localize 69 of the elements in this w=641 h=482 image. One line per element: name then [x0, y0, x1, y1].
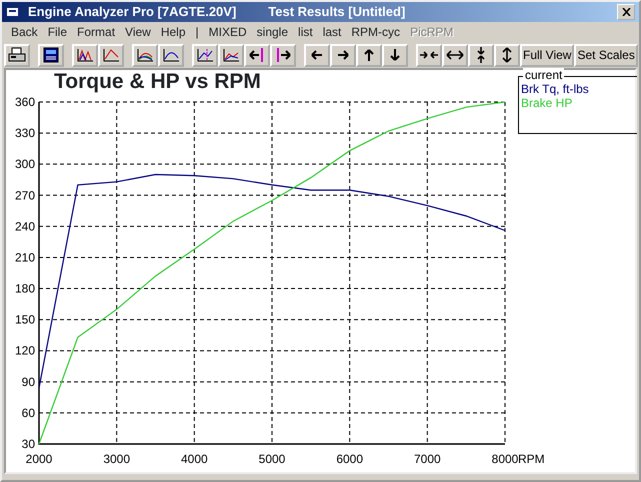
menu-item[interactable]: list — [293, 22, 318, 42]
monitor-icon — [41, 47, 61, 63]
y-axis-label: 120 — [14, 344, 35, 358]
arrow-left-button[interactable] — [244, 44, 270, 66]
y-axis-label: 330 — [14, 126, 35, 140]
chart-icon — [195, 47, 215, 63]
arrow-right-button[interactable] — [330, 44, 356, 66]
x-axis-label: 6000 — [336, 452, 364, 466]
printer-button[interactable] — [4, 44, 30, 66]
chart-icon — [221, 47, 241, 63]
x-axis-label: 7000 — [414, 452, 441, 466]
arrow-right-button[interactable] — [270, 44, 296, 66]
menu-item[interactable]: | — [190, 22, 204, 42]
window-title: Engine Analyzer Pro [7AGTE.20V] — [28, 3, 236, 22]
y-axis-label: 150 — [14, 312, 35, 327]
menu-item[interactable]: last — [318, 22, 346, 42]
x-axis-label: 4000 — [180, 452, 208, 466]
menu-item[interactable]: single — [252, 22, 294, 42]
arrow-left-button[interactable] — [304, 44, 330, 66]
menu-item[interactable]: MIXED — [204, 22, 252, 42]
chart-button[interactable] — [98, 44, 124, 66]
compress-vertical-button[interactable] — [468, 44, 494, 66]
chart-button[interactable] — [72, 44, 98, 66]
x-axis-label: 8000 — [492, 452, 518, 466]
chart-button[interactable] — [132, 44, 158, 66]
toolbar-button[interactable]: Set Scales — [574, 44, 638, 66]
menu-item[interactable]: File — [42, 22, 72, 42]
toolbar-button[interactable]: Full View — [520, 44, 574, 66]
menu-item[interactable]: Help — [156, 22, 191, 42]
chart-icon — [135, 47, 155, 63]
monitor-button[interactable] — [38, 44, 64, 66]
menu-item[interactable]: RPM-cyc — [346, 22, 406, 42]
close-icon — [622, 8, 630, 16]
menu-item[interactable]: Format — [72, 22, 120, 42]
expand-horizontal-button[interactable] — [442, 44, 468, 66]
expand-vertical-button[interactable] — [494, 44, 520, 66]
menu-item: PicRPM — [409, 24, 454, 41]
y-axis-label: 30 — [22, 437, 35, 451]
y-axis-label: 210 — [14, 250, 35, 264]
printer-icon — [7, 47, 27, 63]
x-axis-label: 3000 — [103, 452, 130, 466]
chart-button[interactable] — [192, 44, 218, 66]
chart-icon — [101, 47, 121, 63]
x-axis-label: 2000 — [26, 452, 52, 466]
menu-item[interactable]: Back — [6, 22, 43, 42]
chart-button[interactable] — [158, 44, 184, 66]
legend-title: current — [523, 68, 564, 82]
legend-label: Brake HP — [521, 96, 574, 110]
menu-item[interactable]: View — [120, 22, 156, 42]
y-axis-label: 270 — [14, 188, 35, 202]
window-icon — [6, 6, 20, 18]
x-axis-label: 5000 — [258, 452, 286, 466]
close-button[interactable] — [617, 4, 635, 20]
y-axis-label: 360 — [14, 95, 35, 109]
y-axis-label: 240 — [14, 219, 35, 234]
y-axis-label: 90 — [22, 374, 35, 389]
y-axis-label: 60 — [22, 406, 35, 420]
chart-button[interactable] — [218, 44, 244, 66]
chart-icon — [75, 47, 95, 63]
arrow-down-button[interactable] — [382, 44, 408, 66]
arrow-up-button[interactable] — [356, 44, 382, 66]
window-subtitle: Test Results [Untitled] — [268, 3, 406, 22]
chart-title: Torque & HP vs RPM — [54, 70, 261, 94]
chart-icon — [161, 47, 181, 63]
compress-horizontal-button[interactable] — [416, 44, 442, 66]
y-axis-label: 180 — [14, 282, 35, 296]
y-axis-label: 300 — [14, 157, 35, 172]
legend-label: Brk Tq, ft-lbs — [521, 82, 590, 96]
x-axis-title: RPM — [518, 452, 545, 466]
